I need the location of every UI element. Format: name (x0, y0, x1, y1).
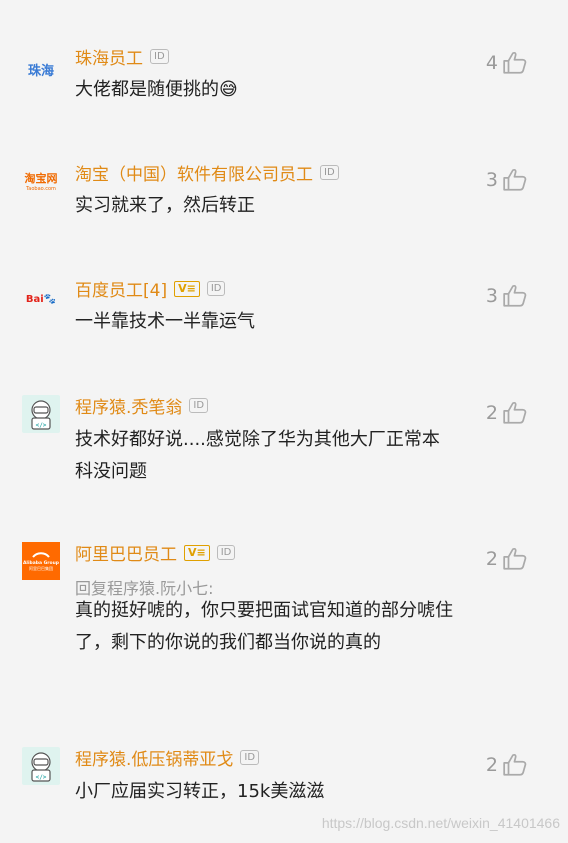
user-name[interactable]: 百度员工[4] (75, 276, 167, 301)
avatar-code: </> (36, 774, 47, 781)
user-name[interactable]: 程序猿.低压锅蒂亚戈 (75, 745, 233, 770)
like-count: 3 (485, 169, 498, 191)
avatar[interactable]: </> (22, 395, 60, 433)
avatar[interactable]: Alibaba Group 阿里巴巴集团 (22, 542, 60, 580)
thumbs-up-icon (503, 51, 527, 74)
comment-text: 技术好都好说....感觉除了华为其他大厂正常本科没问题 (75, 429, 440, 482)
alibaba-logo-sub: 阿里巴巴集团 (29, 565, 53, 571)
like-button[interactable]: 2 (486, 752, 528, 778)
avatar[interactable]: Bai 🐾 (22, 280, 60, 318)
taobao-logo: 淘宝网 (24, 172, 58, 185)
programmer-avatar-icon: </> (31, 400, 51, 430)
avatar[interactable]: 淘宝网 Taobao.com (22, 162, 60, 200)
like-count: 2 (485, 402, 498, 424)
id-badge: ID (150, 49, 169, 64)
id-badge: ID (240, 750, 260, 765)
like-count: 3 (485, 285, 498, 307)
id-badge: ID (320, 165, 339, 180)
avatar[interactable]: </> (22, 747, 60, 785)
id-badge: ID (216, 545, 236, 560)
baidu-logo-paw: 🐾 (43, 293, 57, 305)
user-name[interactable]: 阿里巴巴员工 (75, 540, 177, 565)
programmer-avatar-icon: </> (31, 752, 51, 782)
id-badge: ID (206, 281, 226, 296)
zhuhai-logo: 珠海 (27, 63, 54, 79)
user-name[interactable]: 珠海员工 (75, 44, 143, 69)
like-button[interactable]: 2 (486, 546, 528, 572)
like-button[interactable]: 3 (486, 167, 528, 193)
avatar-code: </> (36, 422, 47, 429)
like-count: 2 (485, 548, 498, 570)
comment-text: 一半靠技术一半靠运气 (75, 311, 255, 332)
comment-text: 实习就来了，然后转正 (75, 195, 255, 216)
id-badge: ID (189, 398, 209, 413)
like-button[interactable]: 4 (486, 50, 528, 76)
like-count: 4 (485, 52, 498, 74)
user-name[interactable]: 程序猿.秃笔翁 (75, 393, 182, 418)
comment-text: 真的挺好唬的，你只要把面试官知道的部分唬住了，剩下的你说的我们都当你说的真的 (75, 600, 453, 653)
blog-watermark: https://blog.csdn.net/weixin_41401466 (321, 815, 560, 831)
comment-text: 大佬都是随便挑的😅 (75, 79, 238, 100)
verified-badge: V≡ (174, 280, 200, 297)
thumbs-up-icon (503, 753, 527, 776)
user-name[interactable]: 淘宝（中国）软件有限公司员工 (75, 160, 313, 185)
like-count: 2 (485, 754, 498, 776)
taobao-logo-sub: Taobao.com (26, 186, 56, 192)
thumbs-up-icon (503, 168, 527, 191)
alibaba-logo-icon (32, 551, 50, 558)
thumbs-up-icon (503, 284, 527, 307)
thumbs-up-icon (503, 401, 527, 424)
like-button[interactable]: 3 (486, 283, 528, 309)
baidu-logo: Bai (25, 293, 44, 305)
like-button[interactable]: 2 (486, 400, 528, 426)
verified-badge: V≡ (184, 544, 210, 561)
thumbs-up-icon (503, 547, 527, 570)
comment-text: 小厂应届实习转正，15k美滋滋 (75, 781, 325, 802)
avatar[interactable]: 珠海 (22, 50, 60, 88)
